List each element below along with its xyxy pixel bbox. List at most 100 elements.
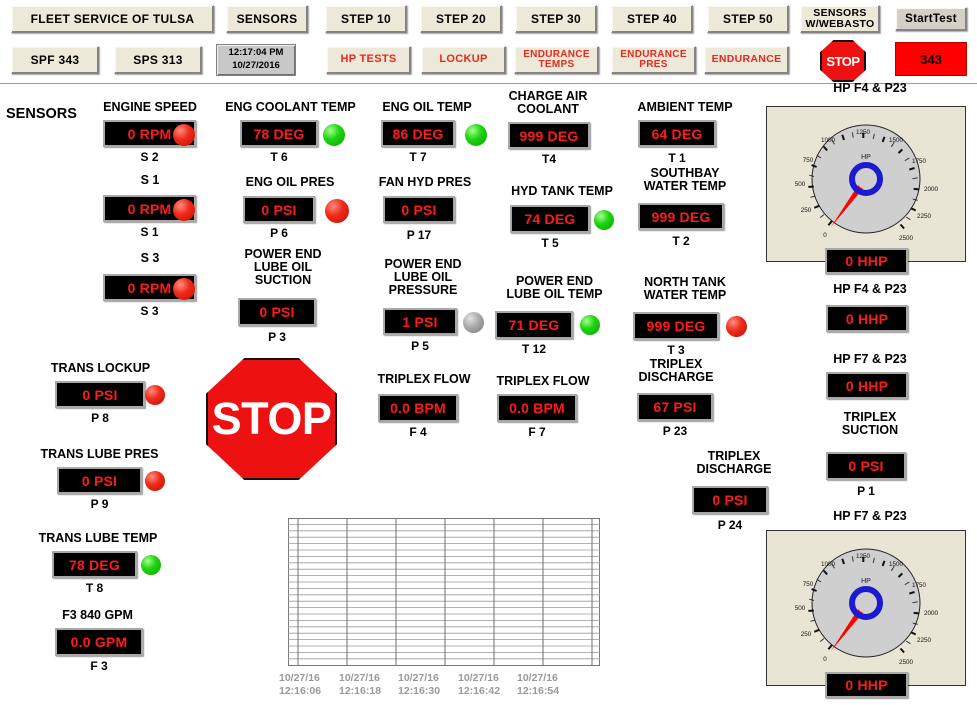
- gauge-hp-f4-p23-svg: 0 250 500 750 1000 1250 1500 1750 2000 2…: [795, 124, 939, 242]
- sensor-tag-engine-speed-s3: S 3: [140, 304, 159, 318]
- toolbar-button-step-30[interactable]: STEP 30: [515, 5, 597, 33]
- chart-xtick-1: 10/27/16 12:16:18: [339, 672, 382, 697]
- svg-text:2500: 2500: [899, 235, 914, 242]
- sensor-lamp-hyd-tank-temp: [594, 210, 614, 230]
- svg-text:2000: 2000: [924, 186, 939, 193]
- sensor-lamp-trans-lube-pres: [145, 471, 165, 491]
- sensor-lamp-eng-oil-temp: [465, 124, 487, 146]
- stop-sign-graphic[interactable]: STOP: [206, 358, 337, 480]
- sensor-label-triplex-flow-f7: TRIPLEX FLOW: [496, 374, 590, 388]
- stop-sign-label: STOP: [211, 393, 332, 444]
- sensor-label-f3-840-gpm: F3 840 GPM: [62, 608, 133, 622]
- chart-xtick-0: 10/27/16 12:16:06: [279, 672, 322, 697]
- sensor-value-fan-hyd-pres: 0 PSI: [383, 196, 455, 223]
- sensor-tag-hyd-tank-temp: T 5: [541, 236, 559, 250]
- sensor-tag-eng-oil-pres: P 6: [270, 226, 288, 240]
- gauge-panel-hp-f4-p23: 0 250 500 750 1000 1250 1500 1750 2000 2…: [766, 106, 966, 262]
- sensor-lamp-engine-speed-s3: [173, 278, 195, 300]
- svg-text:750: 750: [803, 581, 814, 588]
- trend-chart[interactable]: [288, 518, 600, 666]
- sensor-lamp-engine-speed-s2: [173, 124, 195, 146]
- sensor-label-trans-lockup: TRANS LOCKUP: [50, 361, 151, 375]
- page-title: SENSORS: [6, 106, 77, 122]
- sensor-tag-triplex-flow-f7: F 7: [528, 425, 546, 439]
- toolbar-button-fleet-service[interactable]: FLEET SERVICE OF TULSA: [11, 5, 214, 33]
- sensor-value-charge-air-coolant: 999 DEG: [508, 122, 590, 149]
- stop-button[interactable]: STOP: [820, 40, 866, 82]
- gauge-hp-f7-p23-svg: 0 250 500 750 1000 1250 1500 1750 2000 2…: [795, 548, 938, 666]
- sensor-label-engine-speed-s2: ENGINE SPEED: [103, 100, 197, 114]
- sensor-tag-charge-air-coolant: T4: [541, 152, 556, 166]
- sensor-lamp-trans-lockup: [145, 385, 165, 405]
- toolbar-button-lockup[interactable]: LOCKUP: [421, 46, 506, 74]
- toolbar-button-endurance[interactable]: ENDURANCE: [704, 46, 789, 74]
- sensor-lamp-pe-lube-oil-temp: [580, 315, 600, 335]
- toolbar-button-sensors-webasto[interactable]: SENSORS W/WEBASTO: [800, 5, 880, 33]
- sensor-tag-trans-lockup: P 8: [91, 411, 109, 425]
- toolbar-button-endurance-pres[interactable]: ENDURANCE PRES: [611, 46, 696, 74]
- sensor-label-triplex-suction: TRIPLEX SUCTION: [841, 410, 899, 437]
- sensor-label-triplex-discharge-p23: TRIPLEX DISCHARGE: [638, 357, 714, 384]
- sensor-value-ambient-temp: 64 DEG: [638, 120, 716, 147]
- sensor-label-engine-speed-s3: S 3: [140, 251, 160, 265]
- gauge-panel-hp-f7-p23: 0 250 500 750 1000 1250 1500 1750 2000 2…: [766, 530, 966, 686]
- sensor-label-eng-coolant-temp: ENG COOLANT TEMP: [225, 100, 356, 114]
- svg-text:500: 500: [795, 605, 806, 612]
- toolbar-button-sps-313[interactable]: SPS 313: [114, 46, 202, 74]
- chart-xtick-4: 10/27/16 12:16:54: [517, 672, 560, 697]
- sensor-value-trans-lube-temp: 78 DEG: [52, 551, 137, 578]
- sensor-value-pe-lube-oil-temp: 71 DEG: [495, 311, 573, 339]
- toolbar-button-step-10[interactable]: STEP 10: [325, 5, 407, 33]
- gauge-title-hp-f4-p23-top: HP F4 & P23: [833, 81, 907, 95]
- sensor-label-pe-lube-oil-temp: POWER END LUBE OIL TEMP: [506, 274, 603, 301]
- clock-date: 10/27/2016: [232, 60, 280, 71]
- sensor-tag-triplex-flow-f4: F 4: [409, 425, 427, 439]
- sensor-value-trans-lube-pres: 0 PSI: [57, 467, 142, 494]
- toolbar-button-sensors[interactable]: SENSORS: [226, 5, 308, 33]
- sensor-lamp-eng-coolant-temp: [323, 124, 345, 146]
- sensor-tag-ambient-temp: T 1: [668, 151, 686, 165]
- sensor-label-trans-lube-pres: TRANS LUBE PRES: [40, 447, 159, 461]
- sensor-value-pe-lube-oil-suction: 0 PSI: [238, 298, 316, 326]
- svg-text:1500: 1500: [889, 137, 904, 144]
- stop-button-label: STOP: [826, 53, 860, 69]
- sensor-label-eng-oil-temp: ENG OIL TEMP: [382, 100, 472, 114]
- sensor-label-engine-speed-s1: S 1: [140, 173, 160, 187]
- sensor-value-triplex-suction: 0 PSI: [826, 452, 906, 480]
- sensor-label-fan-hyd-pres: FAN HYD PRES: [378, 175, 472, 189]
- svg-text:1000: 1000: [821, 561, 836, 568]
- sensor-label-hp-f7-p23-readout: HP F7 & P23: [833, 352, 907, 366]
- sensor-tag-fan-hyd-pres: P 17: [406, 228, 432, 242]
- toolbar-button-step-50[interactable]: STEP 50: [707, 5, 789, 33]
- svg-text:0: 0: [823, 656, 827, 663]
- sensor-tag-triplex-suction: P 1: [857, 484, 875, 498]
- toolbar-button-step-20[interactable]: STEP 20: [420, 5, 502, 33]
- trend-chart-svg: [288, 518, 600, 666]
- sensor-value-triplex-discharge-p23: 67 PSI: [637, 393, 713, 421]
- sensor-tag-engine-speed-s1: S 1: [140, 225, 159, 239]
- toolbar-button-hp-tests[interactable]: HP TESTS: [326, 46, 411, 74]
- sensor-value-eng-coolant-temp: 78 DEG: [240, 120, 318, 147]
- sensor-lamp-north-tank-water-temp: [726, 316, 747, 337]
- sensor-tag-trans-lube-pres: P 9: [90, 497, 109, 511]
- sensor-label-ambient-temp: AMBIENT TEMP: [637, 100, 733, 114]
- toolbar-button-step-40[interactable]: STEP 40: [611, 5, 693, 33]
- sensor-tag-pe-lube-oil-suction: P 3: [268, 330, 286, 344]
- svg-text:1000: 1000: [821, 137, 836, 144]
- sensor-lamp-pe-lube-oil-pressure: [463, 312, 484, 333]
- clock-display: 12:17:04 PM 10/27/2016: [216, 44, 296, 76]
- toolbar-button-endurance-temps[interactable]: ENDURANCE TEMPS: [514, 46, 599, 74]
- toolbar: FLEET SERVICE OF TULSA SENSORS STEP 10 S…: [0, 0, 977, 84]
- svg-text:1750: 1750: [912, 158, 927, 165]
- sensor-tag-eng-coolant-temp: T 6: [270, 150, 288, 164]
- sensor-value-hp-f7-p23-readout: 0 HHP: [826, 372, 908, 399]
- sensor-value-hp-f4-p23-readout: 0 HHP: [826, 305, 908, 332]
- sensor-label-north-tank-water-temp: NORTH TANK WATER TEMP: [643, 275, 727, 302]
- svg-text:1500: 1500: [889, 561, 904, 568]
- sensor-label-trans-lube-temp: TRANS LUBE TEMP: [38, 531, 158, 545]
- sensor-tag-engine-speed-s2: S 2: [140, 150, 159, 164]
- sensor-tag-pe-lube-oil-pressure: P 5: [411, 339, 429, 353]
- toolbar-button-start-test[interactable]: StartTest: [895, 7, 967, 31]
- chart-xtick-3: 10/27/16 12:16:42: [458, 672, 501, 697]
- toolbar-button-spf-343[interactable]: SPF 343: [11, 46, 99, 74]
